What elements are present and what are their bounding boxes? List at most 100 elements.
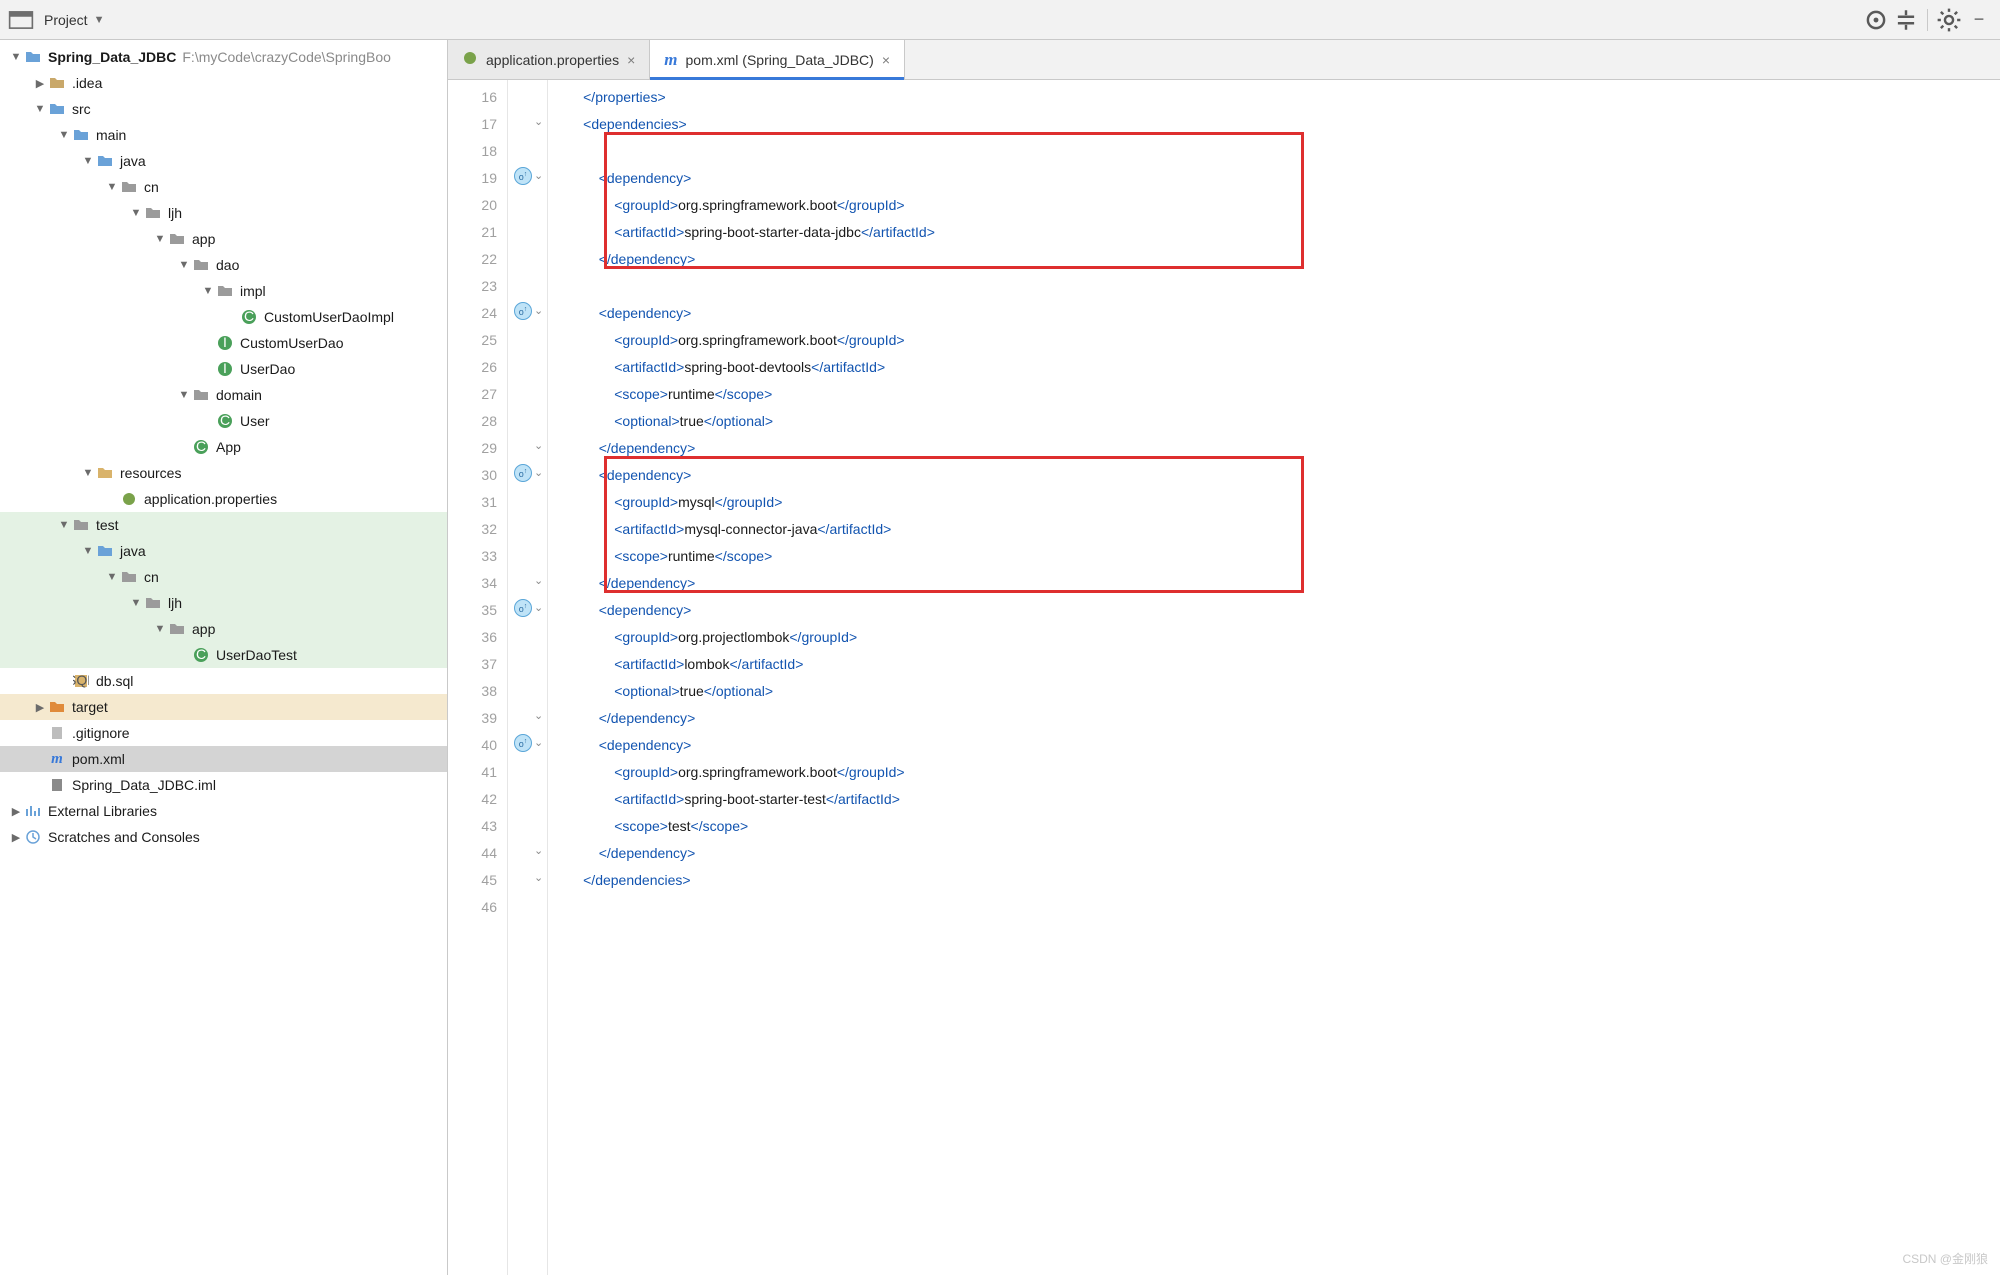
tree-test-app[interactable]: ▼app <box>0 616 447 642</box>
fold-column[interactable]: o↑o↑o↑o↑o↑⌄⌄⌄⌄⌄⌄⌄⌄⌄⌄⌄ <box>508 80 548 1275</box>
tree-user[interactable]: C User <box>0 408 447 434</box>
fold-caret-icon[interactable]: ⌄ <box>534 466 543 479</box>
tree-node-icon <box>192 386 210 404</box>
tree-arrow-icon[interactable]: ▼ <box>56 519 72 531</box>
tree-arrow-icon[interactable]: ▼ <box>128 207 144 219</box>
tree-arrow-icon[interactable]: ▼ <box>32 103 48 115</box>
tree-test-ljh[interactable]: ▼ljh <box>0 590 447 616</box>
fold-caret-icon[interactable]: ⌄ <box>534 844 543 857</box>
tree-node-icon <box>24 802 42 820</box>
tree-customuserdao[interactable]: ICustomUserDao <box>0 330 447 356</box>
tree-src[interactable]: ▼src <box>0 96 447 122</box>
tree-extlib[interactable]: ▶External Libraries <box>0 798 447 824</box>
tree-cn[interactable]: ▼cn <box>0 174 447 200</box>
fold-caret-icon[interactable]: ⌄ <box>534 304 543 317</box>
editor-tabs: application.properties×mpom.xml (Spring_… <box>448 40 2000 80</box>
close-icon[interactable]: × <box>627 52 635 68</box>
tree-scratches[interactable]: ▶Scratches and Consoles <box>0 824 447 850</box>
editor-tab-1[interactable]: mpom.xml (Spring_Data_JDBC)× <box>650 40 905 79</box>
fold-badge[interactable]: o↑ <box>514 167 532 185</box>
fold-caret-icon[interactable]: ⌄ <box>534 601 543 614</box>
fold-caret-icon[interactable]: ⌄ <box>534 115 543 128</box>
tree-main[interactable]: ▼main <box>0 122 447 148</box>
tree-customuserdaoimpl[interactable]: CCustomUserDaoImpl <box>0 304 447 330</box>
project-tree[interactable]: ▼Spring_Data_JDBCF:\myCode\crazyCode\Spr… <box>0 40 448 1275</box>
fold-caret-icon[interactable]: ⌄ <box>534 574 543 587</box>
tree-java[interactable]: ▼ java <box>0 148 447 174</box>
svg-text:C: C <box>220 413 230 428</box>
fold-badge[interactable]: o↑ <box>514 599 532 617</box>
tree-userdaotest[interactable]: CUserDaoTest <box>0 642 447 668</box>
locate-icon[interactable] <box>1863 7 1889 33</box>
tree-iml[interactable]: Spring_Data_JDBC.iml <box>0 772 447 798</box>
tree-arrow-icon[interactable]: ▶ <box>32 77 48 90</box>
fold-badge[interactable]: o↑ <box>514 734 532 752</box>
tree-node-label: pom.xml <box>72 751 125 767</box>
tree-node-icon <box>144 204 162 222</box>
fold-caret-icon[interactable]: ⌄ <box>534 709 543 722</box>
fold-caret-icon[interactable]: ⌄ <box>534 736 543 749</box>
tree-arrow-icon[interactable]: ▼ <box>80 545 96 557</box>
tree-node-label: java <box>120 153 146 169</box>
tree-node-label: CustomUserDaoImpl <box>264 309 394 325</box>
collapse-icon[interactable] <box>1893 7 1919 33</box>
tree-arrow-icon[interactable]: ▼ <box>176 389 192 401</box>
tree-arrow-icon[interactable]: ▼ <box>152 233 168 245</box>
tree-node-icon <box>48 724 66 742</box>
tree-arrow-icon[interactable]: ▼ <box>80 467 96 479</box>
tree-idea[interactable]: ▶.idea <box>0 70 447 96</box>
fold-badge[interactable]: o↑ <box>514 302 532 320</box>
tree-target[interactable]: ▶ target <box>0 694 447 720</box>
tree-pom[interactable]: mpom.xml <box>0 746 447 772</box>
fold-caret-icon[interactable]: ⌄ <box>534 439 543 452</box>
fold-badge[interactable]: o↑ <box>514 464 532 482</box>
editor[interactable]: 1617181920212223242526272829303132333435… <box>448 80 2000 1275</box>
hide-icon[interactable]: − <box>1966 7 1992 33</box>
tree-node-label: User <box>240 413 270 429</box>
tree-arrow-icon[interactable]: ▼ <box>104 571 120 583</box>
tree-domain[interactable]: ▼domain <box>0 382 447 408</box>
tree-userdao[interactable]: IUserDao <box>0 356 447 382</box>
tree-arrow-icon[interactable]: ▼ <box>200 285 216 297</box>
tree-node-label: App <box>216 439 241 455</box>
tree-node-label: CustomUserDao <box>240 335 343 351</box>
tree-arrow-icon[interactable]: ▼ <box>152 623 168 635</box>
tree-gitignore[interactable]: .gitignore <box>0 720 447 746</box>
gear-icon[interactable] <box>1936 7 1962 33</box>
tree-arrow-icon[interactable]: ▼ <box>8 51 24 63</box>
tree-arrow-icon[interactable]: ▶ <box>8 831 24 844</box>
tree-resources[interactable]: ▼resources <box>0 460 447 486</box>
tree-arrow-icon[interactable]: ▼ <box>104 181 120 193</box>
tree-node-icon <box>120 178 138 196</box>
project-selector[interactable]: Project ▼ <box>38 10 110 30</box>
tree-test-java[interactable]: ▼java <box>0 538 447 564</box>
tree-impl[interactable]: ▼impl <box>0 278 447 304</box>
fold-caret-icon[interactable]: ⌄ <box>534 871 543 884</box>
leaf-icon <box>462 50 478 69</box>
tree-test-cn[interactable]: ▼cn <box>0 564 447 590</box>
project-view-icon[interactable] <box>8 7 34 33</box>
tree-root[interactable]: ▼Spring_Data_JDBCF:\myCode\crazyCode\Spr… <box>0 44 447 70</box>
tab-label: application.properties <box>486 52 619 68</box>
tree-arrow-icon[interactable]: ▼ <box>128 597 144 609</box>
tree-node-label: target <box>72 699 108 715</box>
tree-ljh[interactable]: ▼ljh <box>0 200 447 226</box>
tree-arrow-icon[interactable]: ▼ <box>80 155 96 167</box>
code-area[interactable]: </properties> <dependencies> <dependency… <box>548 80 2000 1275</box>
tree-appprops[interactable]: application.properties <box>0 486 447 512</box>
close-icon[interactable]: × <box>882 52 890 68</box>
tree-test[interactable]: ▼test <box>0 512 447 538</box>
tree-app[interactable]: ▼app <box>0 226 447 252</box>
tree-appclass[interactable]: CApp <box>0 434 447 460</box>
tree-node-icon <box>216 282 234 300</box>
tree-arrow-icon[interactable]: ▶ <box>32 701 48 714</box>
tree-arrow-icon[interactable]: ▼ <box>176 259 192 271</box>
fold-caret-icon[interactable]: ⌄ <box>534 169 543 182</box>
tree-arrow-icon[interactable]: ▶ <box>8 805 24 818</box>
tree-node-icon <box>24 828 42 846</box>
editor-tab-0[interactable]: application.properties × <box>448 40 650 79</box>
tree-dao[interactable]: ▼dao <box>0 252 447 278</box>
tree-node-label: Spring_Data_JDBC.iml <box>72 777 216 793</box>
tree-dbsql[interactable]: SQLdb.sql <box>0 668 447 694</box>
tree-arrow-icon[interactable]: ▼ <box>56 129 72 141</box>
